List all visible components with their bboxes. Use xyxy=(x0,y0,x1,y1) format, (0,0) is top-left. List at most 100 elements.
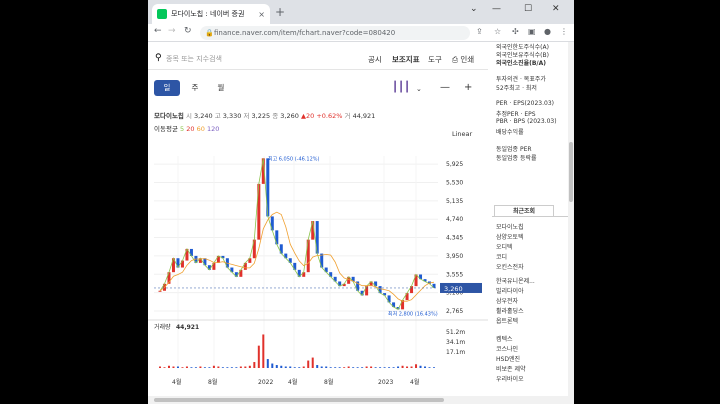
volume-title: 거래량 xyxy=(154,323,171,331)
volume-bar xyxy=(248,365,251,368)
horizontal-scrollbar[interactable] xyxy=(148,396,568,404)
share-icon[interactable]: ⇪ xyxy=(476,27,483,36)
high-value: 3,330 xyxy=(222,112,242,120)
close-tab-icon[interactable]: × xyxy=(258,10,265,19)
browser-tab[interactable]: 모다이노칩 : 네이버 증권 × xyxy=(152,4,270,24)
volume-bar xyxy=(217,366,220,368)
candle-type-icon[interactable]: ┃┃┃ xyxy=(392,82,410,93)
forward-icon[interactable]: → xyxy=(168,26,176,36)
volume-bar xyxy=(338,367,341,368)
recent-item[interactable]: HSD엔진 xyxy=(496,354,520,363)
recent-item[interactable]: 빌리다이아 xyxy=(496,286,524,295)
volume-bar xyxy=(397,366,400,368)
bookmark-star-icon[interactable]: ☆ xyxy=(494,27,501,36)
price-tick-label: 4,345 xyxy=(446,235,463,242)
search-icon[interactable]: ⚲ xyxy=(155,53,162,63)
vertical-scroll-thumb[interactable] xyxy=(569,142,573,202)
recent-item[interactable]: 켐텍스 xyxy=(496,334,513,343)
price-tick-label: 5,135 xyxy=(446,198,463,205)
price-tick-label: 2,765 xyxy=(446,308,463,315)
period-tabs: 일 주 월 ┃┃┃ ⌄ — + xyxy=(148,76,488,100)
new-tab-button[interactable]: + xyxy=(275,5,285,19)
volume-bar xyxy=(293,367,296,368)
x-tick-label: 8월 xyxy=(324,378,333,386)
recent-item[interactable]: 코스나인 xyxy=(496,344,518,353)
volume-bar xyxy=(401,365,404,368)
back-icon[interactable]: ← xyxy=(154,26,162,36)
volume-bar xyxy=(167,365,170,368)
maximize-icon[interactable]: ☐ xyxy=(524,4,532,14)
tab-day[interactable]: 일 xyxy=(154,80,180,96)
x-tick-label: 4월 xyxy=(410,378,419,386)
recent-item[interactable]: 삼양오토텍 xyxy=(496,232,524,241)
recent-item[interactable]: 휠라홀딩스 xyxy=(496,306,524,315)
sidepanel-icon[interactable]: ▣ xyxy=(528,27,536,36)
close-window-icon[interactable]: ✕ xyxy=(552,4,560,14)
print-button[interactable]: ⎙ 인쇄 xyxy=(452,54,474,65)
disclosure-button[interactable]: 공시 xyxy=(368,54,382,65)
tab-week[interactable]: 주 xyxy=(188,80,202,96)
recent-item[interactable]: 비보존 제약 xyxy=(496,364,526,373)
x-tick-label: 8월 xyxy=(208,378,217,386)
recent-item[interactable]: 오디텍 xyxy=(496,242,513,251)
horizontal-scroll-thumb[interactable] xyxy=(154,398,444,402)
right-sidebar: 최근조회 외국인한도주식수(A) 외국인보유주식수(B) 외국인소진율(B/A) 투자… xyxy=(488,42,574,404)
volume-bar xyxy=(379,367,382,368)
recent-item[interactable]: 한국유니온제... xyxy=(496,276,535,285)
scale-mode-select[interactable]: Linear xyxy=(452,130,472,138)
moving-average-legend[interactable]: 이동평균 5 20 60 120 xyxy=(154,123,219,133)
close-value: 3,260 xyxy=(280,112,299,120)
tools-button[interactable]: 도구 xyxy=(428,54,442,65)
volume-bar xyxy=(284,366,287,368)
address-bar: ← → ↻ 🔒 finance.naver.com/item/fchart.na… xyxy=(148,24,574,42)
volume-value: 44,921 xyxy=(176,324,199,331)
menu-icon[interactable]: ⋮ xyxy=(560,27,568,36)
volume-bar xyxy=(257,345,260,368)
per-info-line: PBR · BPS (2023.03) xyxy=(496,118,557,125)
profile-avatar-icon[interactable]: ● xyxy=(544,27,551,36)
tab-month[interactable]: 월 xyxy=(214,80,228,96)
volume-bar xyxy=(365,366,368,368)
price-tick-label: 3,950 xyxy=(446,253,463,260)
volume-bar xyxy=(244,366,247,368)
current-price-label: 3,260 xyxy=(444,285,463,293)
tab-bar: 모다이노칩 : 네이버 증권 × + ⌄ — ☐ ✕ xyxy=(148,0,574,24)
volume-bar xyxy=(316,365,319,368)
volume-bar xyxy=(226,367,229,368)
volume-bar xyxy=(181,367,184,368)
volume-bar xyxy=(199,366,202,368)
volume-bar xyxy=(289,366,292,368)
x-tick-label: 2022 xyxy=(258,379,273,386)
volume-bar xyxy=(388,367,391,368)
indicator-button[interactable]: 보조지표 xyxy=(392,54,420,65)
volume-bar xyxy=(383,367,386,368)
url-field[interactable]: 🔒 finance.naver.com/item/fchart.naver?co… xyxy=(200,26,470,40)
stock-search-input[interactable]: 종목 또는 지수검색 xyxy=(166,54,222,64)
price-chart[interactable]: 5,9255,5305,1354,7404,3453,9503,5553,160… xyxy=(148,142,488,404)
volume-bar xyxy=(280,365,283,368)
minimize-icon[interactable]: — xyxy=(492,4,501,14)
recent-item[interactable]: 코디 xyxy=(496,252,507,261)
open-value: 3,240 xyxy=(194,112,213,120)
ma-5: 5 xyxy=(180,125,185,133)
extensions-icon[interactable]: ✣ xyxy=(512,27,519,36)
recent-item[interactable]: 오킨스전자 xyxy=(496,262,524,271)
quote-line: 모다이노칩 시 3,240 고 3,330 저 3,225 종 3,260 ▲2… xyxy=(154,110,375,120)
recent-item[interactable]: 옵트론텍 xyxy=(496,316,518,325)
price-tick-label: 3,555 xyxy=(446,271,463,278)
recent-item[interactable]: 우리바이오 xyxy=(496,374,524,383)
volume-bar xyxy=(343,367,346,368)
volume-bar xyxy=(433,367,435,368)
zoom-out-icon[interactable]: — xyxy=(440,82,450,93)
price-tick-label: 4,740 xyxy=(446,216,463,223)
recent-item[interactable]: 삼우전자 xyxy=(496,296,518,305)
zoom-in-icon[interactable]: + xyxy=(464,82,472,93)
price-candle xyxy=(158,290,162,292)
volume-bar xyxy=(253,362,256,368)
recent-item[interactable]: 모다이노칩 xyxy=(496,222,524,231)
price-tick-label: 5,925 xyxy=(446,161,463,168)
chevron-down-icon[interactable]: ⌄ xyxy=(416,85,422,93)
reload-icon[interactable]: ↻ xyxy=(184,26,192,36)
vertical-scrollbar[interactable] xyxy=(568,42,574,404)
tab-search-icon[interactable]: ⌄ xyxy=(470,4,478,14)
